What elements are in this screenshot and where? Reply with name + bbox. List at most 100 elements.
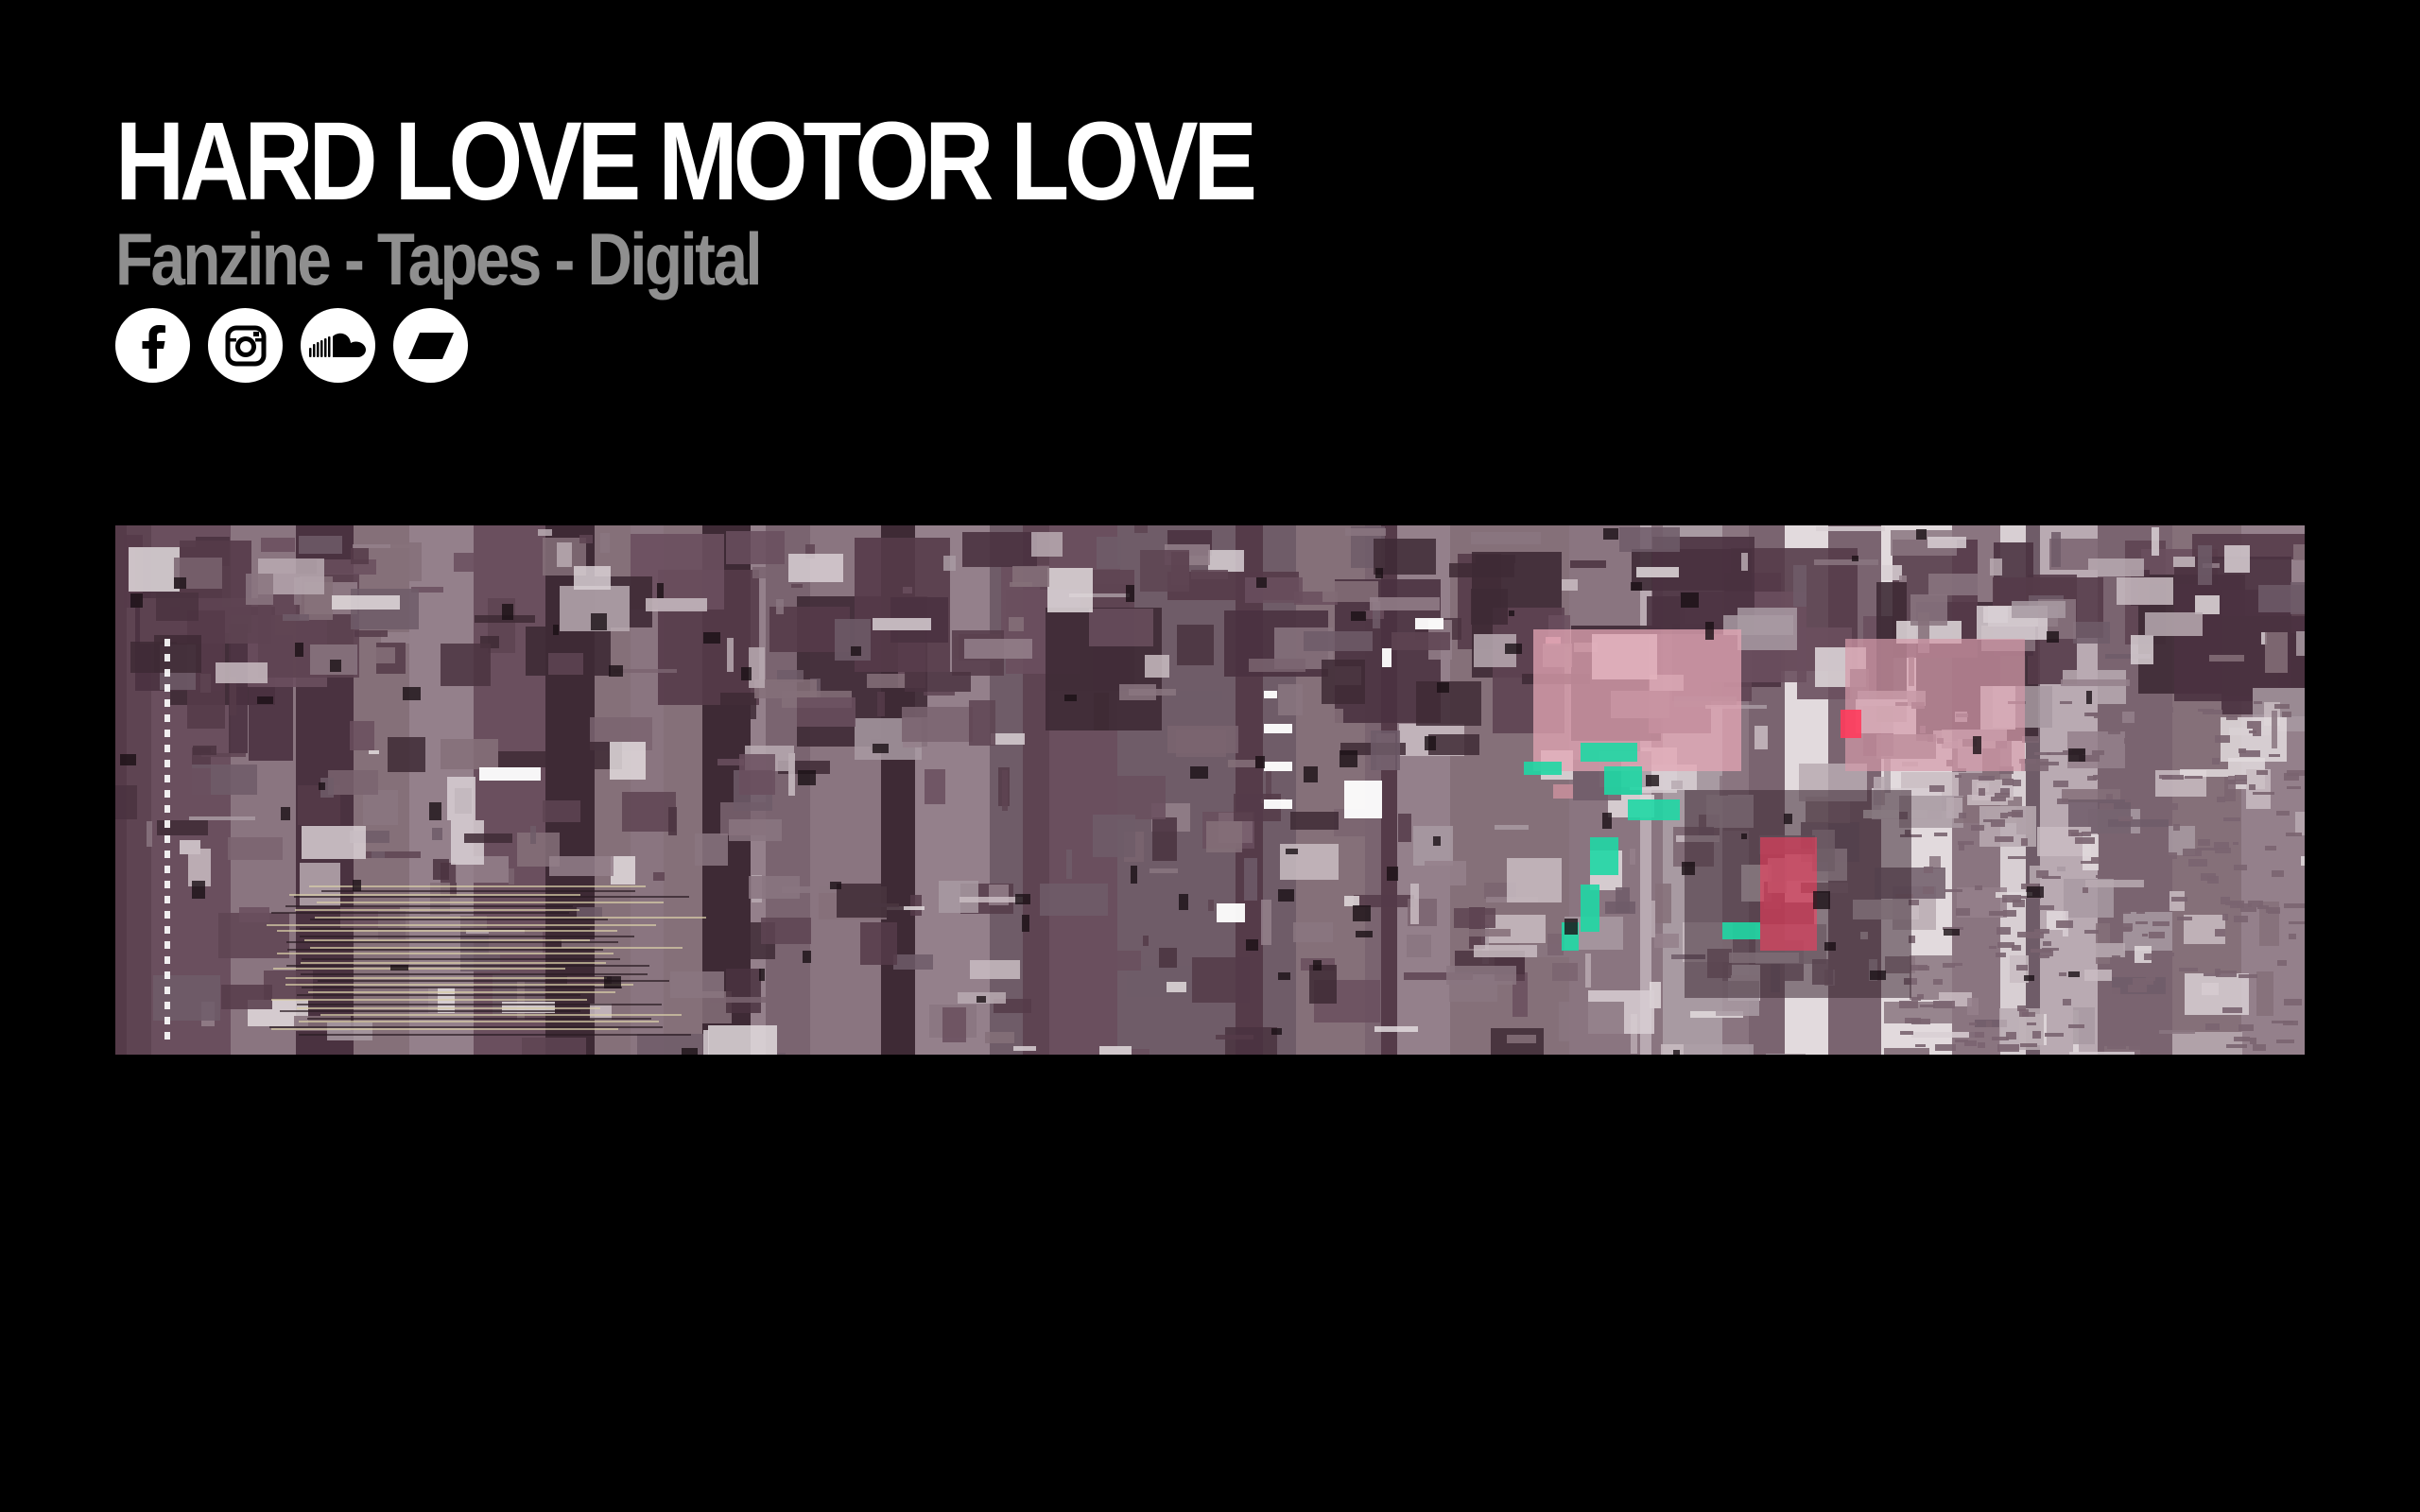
glitch-block	[1471, 589, 1508, 625]
glitch-block	[2124, 738, 2130, 744]
facebook-icon	[142, 324, 165, 369]
glitch-block	[2136, 911, 2145, 914]
glitch-block	[1900, 1031, 1913, 1035]
glitch-block	[1559, 1002, 1624, 1041]
glitch-block	[228, 837, 283, 860]
glitch-block	[2017, 932, 2029, 937]
glitch-block	[239, 907, 269, 922]
glitch-block	[2296, 631, 2305, 656]
glitch-block	[2224, 545, 2250, 573]
glitch-block	[670, 971, 724, 998]
glitch-block	[2173, 824, 2180, 831]
glitch-block	[1979, 776, 1995, 781]
glitch-block	[2143, 863, 2165, 866]
glitch-block	[977, 996, 986, 1003]
glitch-block	[164, 896, 170, 903]
glitch-block	[2238, 974, 2257, 978]
site-title[interactable]: HARD LOVE MOTOR LOVE	[115, 104, 1257, 219]
glitch-block	[964, 639, 1032, 659]
glitch-block	[2020, 1043, 2037, 1047]
glitch-block	[1673, 1050, 1680, 1055]
glitch-block	[1047, 568, 1093, 612]
glitch-block	[851, 646, 861, 656]
glitch-block	[1145, 655, 1169, 678]
glitch-block	[2036, 870, 2048, 878]
bandcamp-link[interactable]	[393, 308, 468, 383]
glitch-block	[1905, 1018, 1921, 1023]
glitch-block	[299, 1034, 691, 1036]
glitch-block	[1097, 537, 1121, 569]
glitch-block	[1159, 948, 1177, 968]
glitch-block	[285, 905, 573, 907]
glitch-block	[2068, 748, 2085, 762]
glitch-block	[164, 866, 170, 873]
glitch-block	[2234, 865, 2247, 870]
glitch-block	[614, 669, 677, 673]
glitch-block	[2085, 880, 2144, 887]
glitch-block	[776, 599, 784, 614]
glitch-block	[286, 965, 649, 967]
glitch-block	[2003, 910, 2016, 917]
glitch-block	[351, 548, 369, 564]
glitch-block	[2163, 896, 2169, 903]
glitch-block	[1244, 858, 1257, 901]
glitch-block	[310, 947, 683, 949]
glitch-block	[2017, 1005, 2026, 1011]
glitch-block	[739, 754, 775, 795]
glitch-block	[959, 897, 1023, 902]
glitch-block	[574, 566, 611, 590]
glitch-block	[1225, 1027, 1277, 1055]
glitch-block	[2114, 923, 2120, 929]
glitch-block	[2293, 544, 2305, 560]
glitch-block	[837, 884, 904, 918]
instagram-link[interactable]	[208, 308, 283, 383]
soundcloud-link[interactable]	[301, 308, 375, 383]
glitch-block	[1454, 908, 1495, 928]
glitch-block	[720, 693, 756, 719]
glitch-block	[1171, 691, 1222, 700]
glitch-block	[164, 911, 170, 919]
glitch-block	[315, 917, 706, 919]
glitch-block	[1944, 929, 1960, 936]
glitch-block	[285, 984, 633, 986]
glitch-block	[1264, 762, 1292, 771]
glitch-block	[657, 583, 664, 598]
glitch-block	[1505, 644, 1522, 654]
glitch-block	[271, 999, 587, 1001]
glitch-block	[1969, 1022, 1977, 1025]
glitch-block	[2063, 670, 2126, 704]
glitch-block	[1351, 611, 1366, 621]
glitch-block	[1012, 566, 1049, 587]
glitch-block	[1955, 1040, 1968, 1042]
glitch-block	[1290, 812, 1339, 830]
glitch-block	[2268, 911, 2280, 914]
glitch-block	[2042, 948, 2059, 951]
glitch-block	[1507, 858, 1562, 902]
facebook-link[interactable]	[115, 308, 190, 383]
glitch-block	[1131, 866, 1137, 884]
glitch-block	[1031, 532, 1063, 557]
glitch-block	[1986, 1021, 1992, 1027]
glitch-block	[2171, 897, 2187, 902]
glitch-block	[1917, 994, 1924, 999]
glitch-block	[1344, 781, 1382, 818]
glitch-block	[1208, 550, 1244, 572]
glitch-block	[300, 863, 340, 906]
glitch-block	[2125, 797, 2133, 802]
glitch-block	[2106, 794, 2113, 799]
glitch-block	[708, 1025, 777, 1055]
glitch-block	[164, 714, 170, 722]
glitch-block	[1933, 979, 1943, 985]
glitch-block	[877, 692, 885, 716]
glitch-block	[1392, 632, 1450, 650]
glitch-block	[2051, 532, 2061, 567]
glitch-block	[1628, 799, 1680, 820]
glitch-banner-image	[115, 525, 2305, 1055]
glitch-block	[741, 667, 752, 680]
glitch-block	[363, 790, 398, 825]
glitch-block	[301, 962, 606, 964]
glitch-block	[970, 960, 1020, 979]
glitch-block	[522, 1038, 586, 1055]
glitch-block	[1603, 528, 1618, 540]
glitch-block	[2129, 1043, 2140, 1050]
